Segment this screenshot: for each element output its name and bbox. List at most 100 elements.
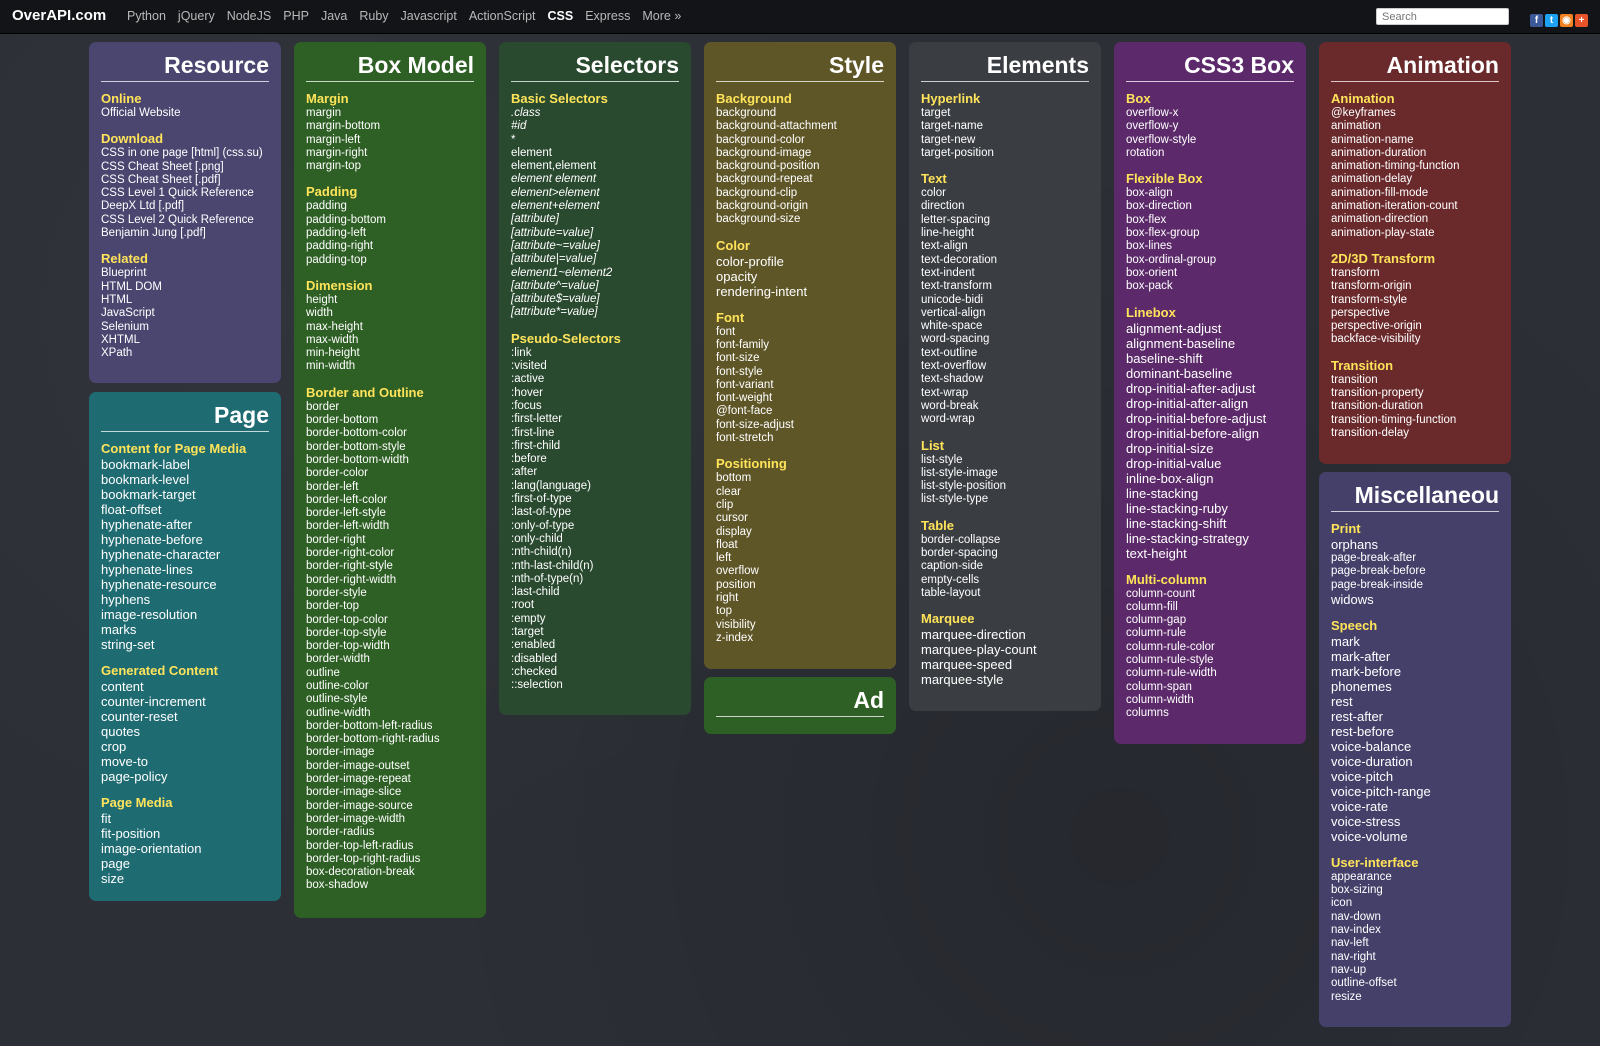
link-item[interactable]: padding: [306, 200, 474, 213]
link-item[interactable]: :link: [511, 347, 679, 360]
link-item[interactable]: nav-left: [1331, 937, 1499, 950]
link-item[interactable]: [attribute^=value]: [511, 280, 679, 293]
link-item[interactable]: list-style: [921, 454, 1089, 467]
link-item[interactable]: drop-initial-value: [1126, 456, 1294, 471]
section-heading[interactable]: Content for Page Media: [101, 441, 269, 457]
link-item[interactable]: baseline-shift: [1126, 351, 1294, 366]
link-item[interactable]: border-bottom-width: [306, 454, 474, 467]
link-item[interactable]: columns: [1126, 707, 1294, 720]
link-item[interactable]: color: [921, 187, 1089, 200]
link-item[interactable]: image-orientation: [101, 841, 269, 856]
link-item[interactable]: ::selection: [511, 679, 679, 692]
section-heading[interactable]: Print: [1331, 521, 1499, 537]
link-item[interactable]: CSS Level 2 Quick Reference: [101, 214, 269, 227]
link-item[interactable]: animation-fill-mode: [1331, 187, 1499, 200]
link-item[interactable]: voice-pitch-range: [1331, 784, 1499, 799]
link-item[interactable]: Selenium: [101, 321, 269, 334]
link-item[interactable]: border-bottom-style: [306, 441, 474, 454]
link-item[interactable]: box-align: [1126, 187, 1294, 200]
link-item[interactable]: list-style-position: [921, 480, 1089, 493]
link-item[interactable]: transform: [1331, 267, 1499, 280]
link-item[interactable]: voice-rate: [1331, 799, 1499, 814]
link-item[interactable]: background-attachment: [716, 120, 884, 133]
link-item[interactable]: phonemes: [1331, 679, 1499, 694]
link-item[interactable]: background-position: [716, 160, 884, 173]
link-item[interactable]: perspective: [1331, 307, 1499, 320]
link-item[interactable]: hyphenate-character: [101, 547, 269, 562]
link-item[interactable]: transition-property: [1331, 387, 1499, 400]
link-item[interactable]: mark: [1331, 634, 1499, 649]
link-item[interactable]: direction: [921, 200, 1089, 213]
link-item[interactable]: animation-play-state: [1331, 227, 1499, 240]
facebook-icon[interactable]: f: [1530, 14, 1543, 27]
link-item[interactable]: font: [716, 326, 884, 339]
link-item[interactable]: #id: [511, 120, 679, 133]
link-item[interactable]: drop-initial-after-adjust: [1126, 381, 1294, 396]
link-item[interactable]: border-left-width: [306, 520, 474, 533]
link-item[interactable]: :before: [511, 453, 679, 466]
link-item[interactable]: :empty: [511, 613, 679, 626]
section-heading[interactable]: Pseudo-Selectors: [511, 331, 679, 347]
link-item[interactable]: border-image-repeat: [306, 773, 474, 786]
link-item[interactable]: transition-duration: [1331, 400, 1499, 413]
section-heading[interactable]: Border and Outline: [306, 385, 474, 401]
link-item[interactable]: overflow-style: [1126, 134, 1294, 147]
link-item[interactable]: margin-bottom: [306, 120, 474, 133]
nav-item-jquery[interactable]: jQuery: [178, 9, 215, 23]
link-item[interactable]: marquee-speed: [921, 657, 1089, 672]
link-item[interactable]: column-fill: [1126, 601, 1294, 614]
link-item[interactable]: letter-spacing: [921, 214, 1089, 227]
link-item[interactable]: appearance: [1331, 871, 1499, 884]
link-item[interactable]: :first-of-type: [511, 493, 679, 506]
section-heading[interactable]: Page Media: [101, 795, 269, 811]
link-item[interactable]: box-orient: [1126, 267, 1294, 280]
link-item[interactable]: overflow-y: [1126, 120, 1294, 133]
link-item[interactable]: cursor: [716, 512, 884, 525]
link-item[interactable]: background-color: [716, 134, 884, 147]
link-item[interactable]: marquee-style: [921, 672, 1089, 687]
link-item[interactable]: margin: [306, 107, 474, 120]
link-item[interactable]: :enabled: [511, 639, 679, 652]
link-item[interactable]: font-size-adjust: [716, 419, 884, 432]
link-item[interactable]: fit: [101, 811, 269, 826]
link-item[interactable]: outline-color: [306, 680, 474, 693]
link-item[interactable]: :lang(language): [511, 480, 679, 493]
link-item[interactable]: [attribute=value]: [511, 227, 679, 240]
link-item[interactable]: counter-increment: [101, 694, 269, 709]
link-item[interactable]: JavaScript: [101, 307, 269, 320]
nav-item-express[interactable]: Express: [585, 9, 630, 23]
link-item[interactable]: border-image-outset: [306, 760, 474, 773]
link-item[interactable]: alignment-baseline: [1126, 336, 1294, 351]
section-heading[interactable]: Margin: [306, 91, 474, 107]
nav-item-ruby[interactable]: Ruby: [359, 9, 388, 23]
link-item[interactable]: background-repeat: [716, 173, 884, 186]
link-item[interactable]: transform-style: [1331, 294, 1499, 307]
section-heading[interactable]: User-interface: [1331, 855, 1499, 871]
link-item[interactable]: min-height: [306, 347, 474, 360]
link-item[interactable]: font-family: [716, 339, 884, 352]
link-item[interactable]: hyphenate-lines: [101, 562, 269, 577]
link-item[interactable]: rest-after: [1331, 709, 1499, 724]
link-item[interactable]: :nth-child(n): [511, 546, 679, 559]
link-item[interactable]: target-position: [921, 147, 1089, 160]
link-item[interactable]: marquee-direction: [921, 627, 1089, 642]
link-item[interactable]: word-spacing: [921, 333, 1089, 346]
link-item[interactable]: column-span: [1126, 681, 1294, 694]
link-item[interactable]: border-image-slice: [306, 786, 474, 799]
link-item[interactable]: column-count: [1126, 588, 1294, 601]
link-item[interactable]: :only-child: [511, 533, 679, 546]
link-item[interactable]: border-left-style: [306, 507, 474, 520]
link-item[interactable]: element+element: [511, 200, 679, 213]
link-item[interactable]: box-ordinal-group: [1126, 254, 1294, 267]
link-item[interactable]: :hover: [511, 387, 679, 400]
link-item[interactable]: overflow-x: [1126, 107, 1294, 120]
link-item[interactable]: :first-line: [511, 427, 679, 440]
link-item[interactable]: column-rule-style: [1126, 654, 1294, 667]
link-item[interactable]: column-rule-color: [1126, 641, 1294, 654]
link-item[interactable]: clip: [716, 499, 884, 512]
link-item[interactable]: border-right: [306, 534, 474, 547]
link-item[interactable]: transition: [1331, 374, 1499, 387]
link-item[interactable]: rest: [1331, 694, 1499, 709]
link-item[interactable]: border-right-style: [306, 560, 474, 573]
link-item[interactable]: text-overflow: [921, 360, 1089, 373]
